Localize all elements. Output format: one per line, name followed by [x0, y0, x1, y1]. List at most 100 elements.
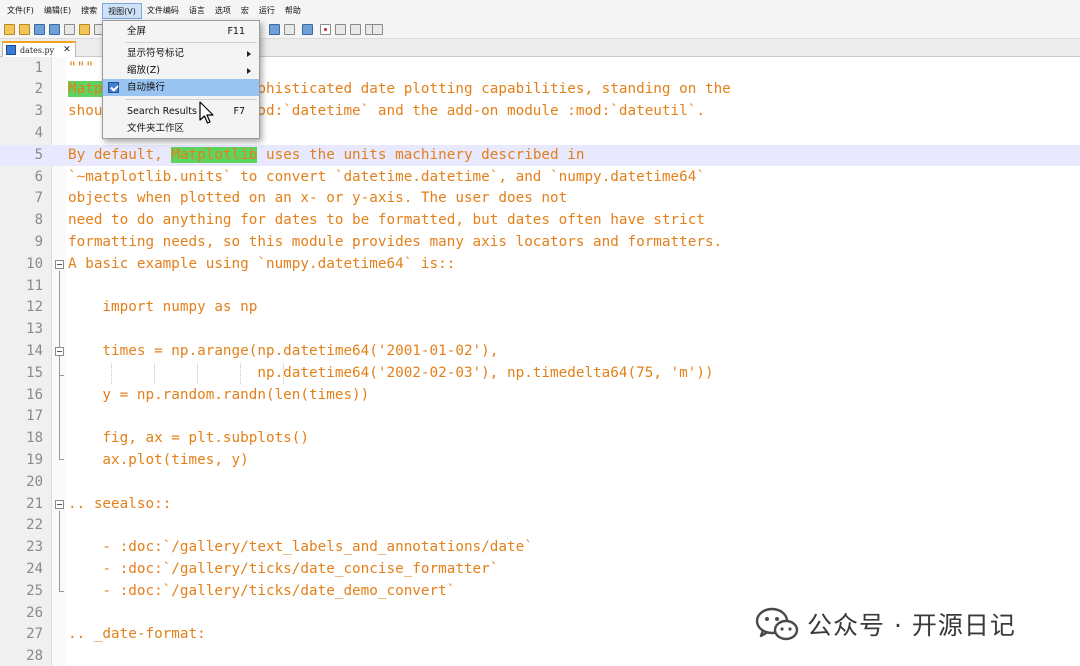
code-line[interactable]: 24 - :doc:`/gallery/ticks/date_concise_f…: [0, 559, 1080, 581]
code-line[interactable]: 23 - :doc:`/gallery/text_labels_and_anno…: [0, 537, 1080, 559]
mouse-pointer-icon: [199, 101, 214, 124]
line-number: 26: [26, 604, 43, 621]
word-wrap-icon[interactable]: [269, 24, 280, 35]
line-number: 27: [26, 626, 43, 643]
code-segment: `~matplotlib.units` to convert `datetime…: [68, 168, 705, 185]
line-number: 20: [26, 473, 43, 490]
menu-item-shortcut: F11: [227, 26, 245, 37]
code-segment: A basic example using `numpy.datetime64`…: [68, 255, 456, 272]
code-segment: - :doc:`/gallery/ticks/date_demo_convert…: [68, 582, 456, 599]
line-number: 17: [26, 408, 43, 425]
watermark-text: 公众号 · 开源日记: [807, 611, 1016, 640]
code-line[interactable]: 16 y = np.random.randn(len(times)): [0, 385, 1080, 407]
line-number: 9: [34, 233, 43, 250]
save-macro-icon[interactable]: [372, 24, 383, 35]
menu-item-label: 显示符号标记: [127, 48, 185, 59]
code-line[interactable]: 19 ax.plot(times, y): [0, 450, 1080, 472]
indent-guide: [197, 363, 198, 384]
show-all-chars-icon[interactable]: [284, 24, 295, 35]
close-file-icon[interactable]: [64, 24, 75, 35]
fold-end-marker: [59, 459, 64, 460]
indent-guide: [283, 363, 284, 384]
menu-item-word-wrap[interactable]: 自动换行: [103, 79, 259, 96]
menu-item-search-results[interactable]: Search Results F7: [103, 103, 259, 120]
line-number: 12: [26, 299, 43, 316]
search-match-highlight: Matplotlib: [171, 146, 258, 163]
code-editor[interactable]: 1"""2Matplotlib provides sophisticated d…: [0, 57, 1080, 666]
code-line[interactable]: 6 `~matplotlib.units` to convert `datetim…: [0, 167, 1080, 189]
menu-item-folder-workspace[interactable]: 文件夹工作区: [103, 120, 259, 137]
save-icon[interactable]: [34, 24, 45, 35]
menu-settings[interactable]: 选项: [210, 3, 236, 19]
code-line[interactable]: 7 objects when plotted on an x- or y-axis…: [0, 188, 1080, 210]
code-line[interactable]: 20: [0, 472, 1080, 494]
code-text: times = np.arange(np.datetime64('2001-01…: [68, 341, 498, 363]
line-number: 19: [26, 451, 43, 468]
code-segment: np.datetime64('2002-02-03'), np.timedelt…: [68, 364, 714, 381]
code-line[interactable]: 22: [0, 515, 1080, 537]
code-segment: fig, ax = plt.subplots(): [68, 430, 310, 447]
line-number: 6: [34, 168, 43, 185]
menu-item-label: 全屏: [127, 26, 147, 37]
code-line[interactable]: 21 .. seealso::: [0, 494, 1080, 516]
record-macro-icon[interactable]: [320, 24, 331, 35]
code-segment: objects when plotted on an x- or y-axis.…: [68, 190, 568, 207]
code-line[interactable]: 5 By default, Matplotlib uses the units m…: [0, 144, 1080, 167]
save-all-icon[interactable]: [49, 24, 60, 35]
menu-run[interactable]: 运行: [254, 3, 280, 19]
line-number: 3: [34, 103, 43, 120]
code-text: np.datetime64('2002-02-03'), np.timedelt…: [68, 363, 714, 385]
code-line[interactable]: 17: [0, 406, 1080, 428]
stop-macro-icon[interactable]: [335, 24, 346, 35]
menu-item-label: 自动换行: [127, 82, 166, 93]
code-line[interactable]: 13: [0, 319, 1080, 341]
menu-language[interactable]: 语言: [184, 3, 210, 19]
fold-toggle-line-10[interactable]: [55, 260, 64, 269]
code-segment: - :doc:`/gallery/text_labels_and_annotat…: [68, 539, 533, 556]
line-number: 10: [26, 255, 43, 272]
menu-search[interactable]: 搜索: [76, 3, 102, 19]
menu-separator: [125, 42, 257, 43]
code-line[interactable]: 11: [0, 276, 1080, 298]
code-segment: - :doc:`/gallery/ticks/date_concise_form…: [68, 560, 499, 577]
menu-edit[interactable]: 编辑(E): [39, 3, 76, 19]
new-file-icon[interactable]: [4, 24, 15, 35]
code-line[interactable]: 14 times = np.arange(np.datetime64('2001…: [0, 341, 1080, 363]
code-text: import numpy as np: [68, 297, 257, 319]
code-text: formatting needs, so this module provide…: [68, 232, 722, 254]
code-text: A basic example using `numpy.datetime64`…: [68, 254, 455, 276]
menu-item-zoom[interactable]: 缩放(Z): [103, 62, 259, 79]
line-number: 15: [26, 364, 43, 381]
code-line[interactable]: 15 np.datetime64('2002-02-03'), np.timed…: [0, 363, 1080, 385]
menu-item-label: 缩放(Z): [127, 65, 160, 76]
code-line[interactable]: 25 - :doc:`/gallery/ticks/date_demo_conv…: [0, 581, 1080, 603]
menu-file[interactable]: 文件(F): [2, 3, 39, 19]
play-macro-icon[interactable]: [350, 24, 361, 35]
line-number: 21: [26, 495, 43, 512]
menu-item-show-symbols[interactable]: 显示符号标记: [103, 45, 259, 62]
line-number: 22: [26, 517, 43, 534]
line-number: 18: [26, 430, 43, 447]
code-line[interactable]: 18 fig, ax = plt.subplots(): [0, 428, 1080, 450]
code-segment: uses the units machinery described in: [257, 146, 585, 163]
close-tab-icon[interactable]: ✕: [63, 45, 71, 55]
menu-macro[interactable]: 宏: [236, 3, 254, 19]
line-number: 25: [26, 582, 43, 599]
line-number: 4: [34, 124, 43, 141]
code-line[interactable]: 9 formatting needs, so this module provid…: [0, 232, 1080, 254]
code-line[interactable]: 10 A basic example using `numpy.datetime6…: [0, 254, 1080, 276]
open-file-icon[interactable]: [19, 24, 30, 35]
menu-encoding[interactable]: 文件编码: [142, 3, 184, 19]
fold-toggle-line-14[interactable]: [55, 347, 64, 356]
close-all-icon[interactable]: [79, 24, 90, 35]
code-line[interactable]: 28: [0, 646, 1080, 666]
fold-toggle-line-21[interactable]: [55, 500, 64, 509]
menu-view[interactable]: 视图(V): [102, 2, 142, 19]
menu-item-fullscreen[interactable]: 全屏 F11: [103, 23, 259, 40]
indent-guide-icon[interactable]: [302, 24, 313, 35]
code-line[interactable]: 8 need to do anything for dates to be for…: [0, 210, 1080, 232]
tab-dates-py[interactable]: dates.py ✕: [2, 41, 76, 57]
menu-help[interactable]: 帮助: [280, 3, 306, 19]
code-segment: times = np.arange(np.datetime64('2001-01…: [68, 342, 499, 359]
code-line[interactable]: 12 import numpy as np: [0, 297, 1080, 319]
